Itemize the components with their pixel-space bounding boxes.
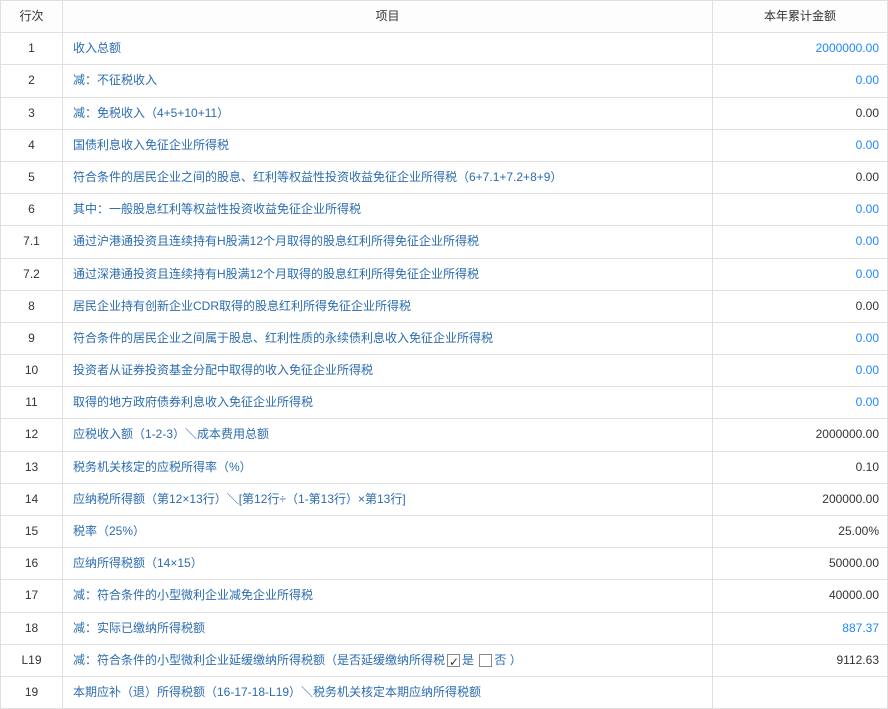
table-row: 1收入总额2000000.00 (1, 33, 888, 65)
table-row: 9符合条件的居民企业之间属于股息、红利性质的永续债利息收入免征企业所得税0.00 (1, 322, 888, 354)
row-amount: 200000.00 (713, 483, 888, 515)
tax-report-table: 行次 项目 本年累计金额 1收入总额2000000.002减：不征税收入0.00… (0, 0, 888, 709)
row-amount: 0.00 (713, 290, 888, 322)
row-amount (713, 676, 888, 708)
table-row: 11取得的地方政府债券利息收入免征企业所得税0.00 (1, 387, 888, 419)
row-number: 4 (1, 129, 63, 161)
row-item: 通过沪港通投资且连续持有H股满12个月取得的股息红利所得免征企业所得税 (63, 226, 713, 258)
row-amount[interactable]: 0.00 (713, 194, 888, 226)
row-item: 减：免税收入（4+5+10+11） (63, 97, 713, 129)
row-amount[interactable]: 0.00 (713, 226, 888, 258)
table-row: 10投资者从证券投资基金分配中取得的收入免征企业所得税0.00 (1, 355, 888, 387)
row-amount: 25.00% (713, 516, 888, 548)
row-amount[interactable]: 0.00 (713, 355, 888, 387)
row-amount[interactable]: 2000000.00 (713, 33, 888, 65)
row-item: 取得的地方政府债券利息收入免征企业所得税 (63, 387, 713, 419)
label-no: 否 (494, 653, 506, 667)
row-amount: 0.10 (713, 451, 888, 483)
row-number: 13 (1, 451, 63, 483)
row-item: 减：不征税收入 (63, 65, 713, 97)
row-item: 应纳所得税额（14×15） (63, 548, 713, 580)
row-number: 19 (1, 676, 63, 708)
table-row: 2减：不征税收入0.00 (1, 65, 888, 97)
row-number: 6 (1, 194, 63, 226)
row-number: 14 (1, 483, 63, 515)
table-row: 18减：实际已缴纳所得税额887.37 (1, 612, 888, 644)
row-number: 5 (1, 161, 63, 193)
table-row: 6其中：一般股息红利等权益性投资收益免征企业所得税0.00 (1, 194, 888, 226)
row-amount[interactable]: 0.00 (713, 387, 888, 419)
row-item: 符合条件的居民企业之间的股息、红利等权益性投资收益免征企业所得税（6+7.1+7… (63, 161, 713, 193)
row-number: 8 (1, 290, 63, 322)
checkbox-yes[interactable] (447, 654, 460, 667)
table-row: 8居民企业持有创新企业CDR取得的股息红利所得免征企业所得税0.00 (1, 290, 888, 322)
row-number: 1 (1, 33, 63, 65)
row-item: 居民企业持有创新企业CDR取得的股息红利所得免征企业所得税 (63, 290, 713, 322)
table-row: 3减：免税收入（4+5+10+11）0.00 (1, 97, 888, 129)
table-row: 14应纳税所得额（第12×13行）＼[第12行÷（1-第13行）×第13行]20… (1, 483, 888, 515)
row-number: 9 (1, 322, 63, 354)
row-item: 收入总额 (63, 33, 713, 65)
table-row: 7.1通过沪港通投资且连续持有H股满12个月取得的股息红利所得免征企业所得税0.… (1, 226, 888, 258)
row-amount[interactable]: 0.00 (713, 65, 888, 97)
row-number: 16 (1, 548, 63, 580)
row-amount: 0.00 (713, 97, 888, 129)
row-item: 减：符合条件的小型微利企业减免企业所得税 (63, 580, 713, 612)
row-item-tail: ） (506, 653, 521, 667)
table-row: 16应纳所得税额（14×15）50000.00 (1, 548, 888, 580)
row-number: 11 (1, 387, 63, 419)
table-row: 15税率（25%）25.00% (1, 516, 888, 548)
table-row: 13税务机关核定的应税所得率（%）0.10 (1, 451, 888, 483)
table-row: 4国债利息收入免征企业所得税0.00 (1, 129, 888, 161)
row-item: 减：符合条件的小型微利企业延缓缴纳所得税额（是否延缓缴纳所得税 是 否 ） (63, 644, 713, 676)
row-item: 应纳税所得额（第12×13行）＼[第12行÷（1-第13行）×第13行] (63, 483, 713, 515)
col-header-amount: 本年累计金额 (713, 1, 888, 33)
row-amount: 50000.00 (713, 548, 888, 580)
table-row: 5符合条件的居民企业之间的股息、红利等权益性投资收益免征企业所得税（6+7.1+… (1, 161, 888, 193)
table-row: 12应税收入额（1-2-3）＼成本费用总额2000000.00 (1, 419, 888, 451)
label-yes: 是 (462, 653, 474, 667)
row-item: 投资者从证券投资基金分配中取得的收入免征企业所得税 (63, 355, 713, 387)
row-item: 税务机关核定的应税所得率（%） (63, 451, 713, 483)
table-header-row: 行次 项目 本年累计金额 (1, 1, 888, 33)
row-amount[interactable]: 0.00 (713, 322, 888, 354)
row-item: 其中：一般股息红利等权益性投资收益免征企业所得税 (63, 194, 713, 226)
row-amount: 2000000.00 (713, 419, 888, 451)
row-amount: 0.00 (713, 161, 888, 193)
row-number: 15 (1, 516, 63, 548)
row-amount[interactable]: 0.00 (713, 129, 888, 161)
row-item: 税率（25%） (63, 516, 713, 548)
table-row: 19本期应补（退）所得税额（16-17-18-L19）＼税务机关核定本期应纳所得… (1, 676, 888, 708)
row-number: 12 (1, 419, 63, 451)
row-amount[interactable]: 887.37 (713, 612, 888, 644)
row-item: 减：实际已缴纳所得税额 (63, 612, 713, 644)
row-item: 本期应补（退）所得税额（16-17-18-L19）＼税务机关核定本期应纳所得税额 (63, 676, 713, 708)
row-number: 7.2 (1, 258, 63, 290)
row-item: 符合条件的居民企业之间属于股息、红利性质的永续债利息收入免征企业所得税 (63, 322, 713, 354)
col-header-item: 项目 (63, 1, 713, 33)
row-number: L19 (1, 644, 63, 676)
col-header-rownum: 行次 (1, 1, 63, 33)
row-amount: 40000.00 (713, 580, 888, 612)
row-amount: 9112.63 (713, 644, 888, 676)
row-number: 7.1 (1, 226, 63, 258)
row-number: 18 (1, 612, 63, 644)
row-item-text: 减：符合条件的小型微利企业延缓缴纳所得税额（是否延缓缴纳所得税 (73, 653, 445, 667)
row-number: 3 (1, 97, 63, 129)
row-item: 应税收入额（1-2-3）＼成本费用总额 (63, 419, 713, 451)
row-item: 通过深港通投资且连续持有H股满12个月取得的股息红利所得免征企业所得税 (63, 258, 713, 290)
row-amount[interactable]: 0.00 (713, 258, 888, 290)
table-row: 17减：符合条件的小型微利企业减免企业所得税40000.00 (1, 580, 888, 612)
row-item: 国债利息收入免征企业所得税 (63, 129, 713, 161)
row-number: 17 (1, 580, 63, 612)
checkbox-no[interactable] (479, 654, 492, 667)
table-row: 7.2通过深港通投资且连续持有H股满12个月取得的股息红利所得免征企业所得税0.… (1, 258, 888, 290)
table-row: L19 减：符合条件的小型微利企业延缓缴纳所得税额（是否延缓缴纳所得税 是 否 ） 9… (1, 644, 888, 676)
row-number: 2 (1, 65, 63, 97)
row-number: 10 (1, 355, 63, 387)
